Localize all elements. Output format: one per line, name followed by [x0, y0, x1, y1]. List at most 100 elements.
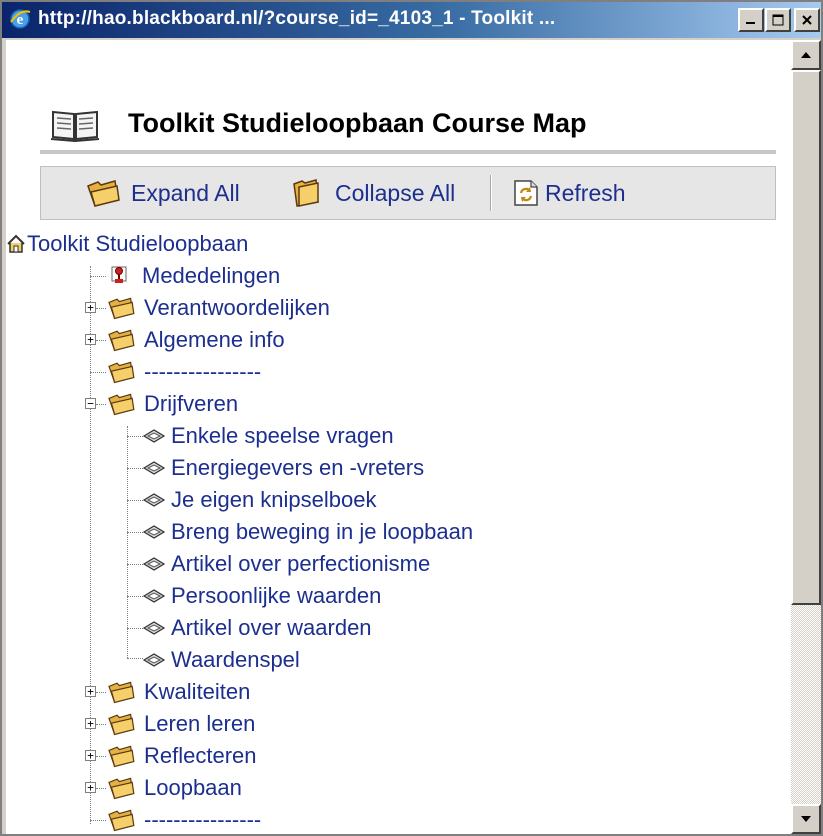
tree-root-label: Toolkit Studieloopbaan [27, 231, 249, 256]
header-divider [40, 150, 776, 154]
tree-item-label: Leren leren [144, 711, 256, 736]
tree-item-content[interactable]: Enkele speelse vragen [143, 420, 394, 452]
tree-connector [127, 500, 143, 501]
tree-item-label: Algemene info [144, 327, 285, 352]
content-item-icon [143, 429, 165, 443]
tree-item-algemene-info[interactable]: Algemene info [106, 324, 285, 356]
expand-icon[interactable]: + [85, 750, 96, 761]
page-title: Toolkit Studieloopbaan Course Map [128, 108, 587, 138]
course-map-header: Toolkit Studieloopbaan Course Map [50, 102, 770, 146]
home-icon [7, 234, 25, 253]
content-item-icon [143, 493, 165, 507]
tree-connector [127, 596, 143, 597]
tree-connector [127, 532, 143, 533]
tree-item-label: Enkele speelse vragen [171, 423, 394, 448]
tree-connector [127, 468, 143, 469]
open-folder-icon [87, 180, 120, 207]
arrow-down-icon [801, 816, 811, 822]
scroll-up-button[interactable] [791, 40, 821, 70]
tree-item-label: Je eigen knipselboek [171, 487, 377, 512]
tree-item-separator[interactable]: ---------------- [106, 804, 261, 834]
close-button[interactable] [794, 8, 820, 32]
maximize-button[interactable] [765, 8, 791, 32]
scroll-down-button[interactable] [791, 804, 821, 834]
collapse-all-button[interactable]: Collapse All [291, 167, 455, 219]
expand-all-button[interactable]: Expand All [85, 167, 240, 219]
browser-window: e http://hao.blackboard.nl/?course_id=_4… [0, 0, 823, 836]
open-folder-icon [108, 393, 135, 416]
collapse-icon[interactable]: − [85, 398, 96, 409]
tree-connector [96, 692, 106, 693]
expand-icon[interactable]: + [85, 782, 96, 793]
tree-item-label: Kwaliteiten [144, 679, 251, 704]
minimize-button[interactable] [738, 8, 764, 32]
content-item-icon [143, 525, 165, 539]
scrollbar-thumb[interactable] [791, 70, 821, 605]
tree-item-verantwoordelijken[interactable]: Verantwoordelijken [106, 292, 330, 324]
expand-icon[interactable]: + [85, 302, 96, 313]
pushpin-icon [111, 266, 127, 283]
action-bar: Expand All Collapse All Refresh [40, 166, 776, 220]
tree-connector [90, 820, 106, 821]
tree-item-content[interactable]: Energiegevers en -vreters [143, 452, 424, 484]
close-icon [802, 15, 812, 25]
content-item-icon [143, 461, 165, 475]
content-item-icon [143, 621, 165, 635]
tree-item-label: Loopbaan [144, 775, 242, 800]
refresh-label: Refresh [545, 179, 626, 206]
tree-connector [127, 436, 143, 437]
expand-icon[interactable]: + [85, 718, 96, 729]
tree-item-leren-leren[interactable]: Leren leren [106, 708, 255, 740]
tree-item-label: ---------------- [144, 359, 262, 384]
tree-connector [96, 340, 106, 341]
tree-item-reflecteren[interactable]: Reflecteren [106, 740, 257, 772]
expand-icon[interactable]: + [85, 686, 96, 697]
tree-item-label: Reflecteren [144, 743, 257, 768]
collapse-all-label: Collapse All [335, 179, 456, 206]
vertical-scrollbar[interactable] [791, 40, 821, 834]
arrow-up-icon [801, 52, 811, 58]
folder-icon [108, 361, 135, 384]
tree-connector [90, 276, 106, 277]
tree-item-content[interactable]: Artikel over perfectionisme [143, 548, 430, 580]
tree-item-content[interactable]: Breng beweging in je loopbaan [143, 516, 473, 548]
tree-item-content[interactable]: Persoonlijke waarden [143, 580, 381, 612]
content-item-icon [143, 589, 165, 603]
expand-all-label: Expand All [131, 179, 240, 206]
tree-item-loopbaan[interactable]: Loopbaan [106, 772, 242, 804]
refresh-icon [514, 180, 538, 206]
tree-item-label: Waardenspel [171, 647, 300, 672]
folder-icon [108, 777, 135, 800]
tree-connector [96, 756, 106, 757]
action-separator [490, 175, 491, 211]
tree-item-mededelingen[interactable]: Mededelingen [106, 260, 280, 292]
tree-item-drijfveren[interactable]: Drijfveren [106, 388, 238, 420]
tree-item-label: Persoonlijke waarden [171, 583, 382, 608]
tree-item-kwaliteiten[interactable]: Kwaliteiten [106, 676, 250, 708]
window-title: http://hao.blackboard.nl/?course_id=_410… [38, 8, 556, 29]
tree-item-label: Breng beweging in je loopbaan [171, 519, 474, 544]
folder-icon [108, 297, 135, 320]
tree-item-label: Verantwoordelijken [144, 295, 330, 320]
tree-item-content[interactable]: Je eigen knipselboek [143, 484, 376, 516]
tree-item-separator[interactable]: ---------------- [106, 356, 261, 388]
content-item-icon [143, 557, 165, 571]
tree-item-content[interactable]: Artikel over waarden [143, 612, 372, 644]
expand-icon[interactable]: + [85, 334, 96, 345]
tree-root[interactable]: Toolkit Studieloopbaan [6, 228, 248, 260]
closed-folder-icon [293, 179, 319, 207]
tree-connector [96, 308, 106, 309]
tree-connector [96, 404, 106, 405]
minimize-icon [746, 22, 755, 24]
content-item-icon [143, 653, 165, 667]
folder-icon [108, 809, 135, 832]
tree-item-label: Drijfveren [144, 391, 239, 416]
folder-icon [108, 713, 135, 736]
tree-item-content[interactable]: Waardenspel [143, 644, 300, 676]
tree-connector [96, 724, 106, 725]
refresh-button[interactable]: Refresh [513, 167, 626, 219]
folder-icon [108, 681, 135, 704]
drijfveren-branch-line [127, 426, 128, 658]
title-bar[interactable]: e http://hao.blackboard.nl/?course_id=_4… [2, 2, 821, 38]
tree-connector [127, 658, 143, 659]
